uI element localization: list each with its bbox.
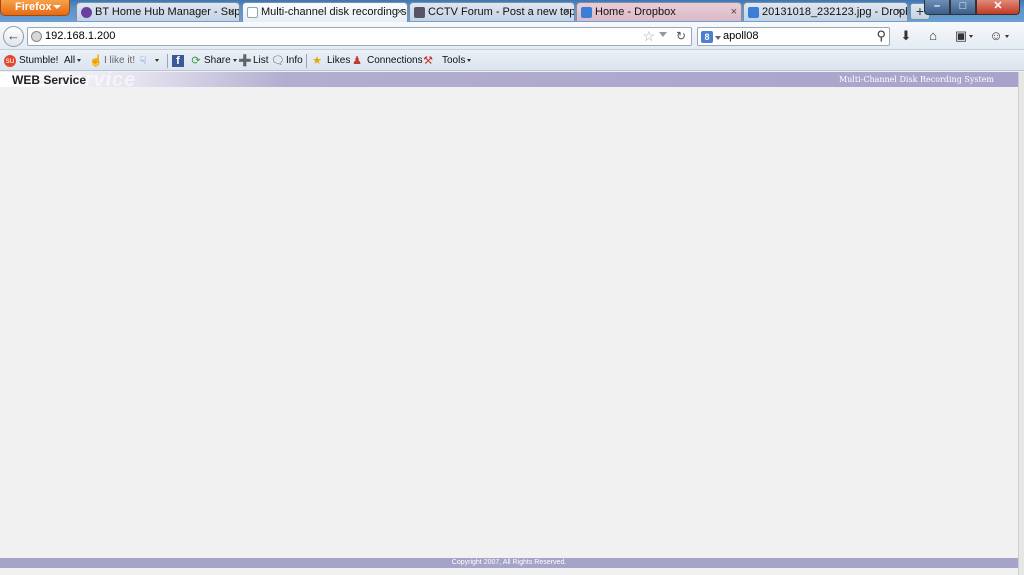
copyright-text: Copyright 2007, All Rights Reserved.: [451, 559, 567, 566]
facebook-icon[interactable]: f: [172, 55, 184, 67]
toolbar-divider: [306, 54, 307, 68]
tools-icon: ⚒: [423, 55, 433, 67]
likes-button[interactable]: Likes: [327, 55, 350, 66]
stumbleupon-toolbar: su Stumble! All ☝ I like it! ☟ f ⟳ Share…: [0, 51, 1024, 71]
web-page: WEB Service WEB Service Multi-Channel Di…: [0, 69, 1018, 575]
bookmark-star-icon[interactable]: ☆: [642, 28, 655, 45]
close-icon[interactable]: ×: [731, 3, 737, 21]
rating-dropdown[interactable]: [153, 55, 159, 66]
tools-button[interactable]: Tools: [442, 55, 472, 66]
firefox-menu-label: Firefox: [15, 1, 52, 13]
share-icon: ⟳: [191, 55, 201, 67]
home-icon[interactable]: ⌂: [924, 27, 942, 45]
chevron-down-icon: [53, 5, 61, 9]
tab-cctv-forum[interactable]: CCTV Forum - Post a new topic ×: [409, 2, 575, 21]
close-icon[interactable]: ×: [564, 3, 570, 21]
stumbleupon-icon: su: [4, 55, 16, 67]
tab-strip: Firefox BT Home Hub Manager - Supp... × …: [0, 0, 1024, 22]
back-button[interactable]: ←: [3, 26, 24, 47]
close-window-button[interactable]: ✕: [976, 0, 1020, 15]
search-icon[interactable]: ⚲: [876, 28, 886, 44]
chevron-down-icon[interactable]: [715, 36, 721, 40]
history-dropdown-icon[interactable]: [659, 32, 667, 37]
page-footer: Copyright 2007, All Rights Reserved.: [0, 558, 1018, 568]
dropbox-icon: [581, 7, 592, 18]
toolbar-divider: [167, 54, 168, 68]
tab-bt-home-hub[interactable]: BT Home Hub Manager - Supp... ×: [76, 2, 240, 21]
close-icon[interactable]: ×: [229, 3, 235, 21]
address-text: 192.168.1.200: [45, 30, 116, 42]
tab-home-dropbox[interactable]: Home - Dropbox ×: [576, 2, 742, 21]
tab-title: BT Home Hub Manager - Supp...: [95, 6, 240, 18]
all-label: All: [64, 55, 76, 66]
brand-title: WEB Service: [12, 73, 87, 87]
tab-title: CCTV Forum - Post a new topic: [428, 6, 575, 18]
bookmarks-menu-icon[interactable]: ▣: [952, 27, 976, 45]
star-icon: ★: [312, 55, 322, 67]
info-button[interactable]: Info: [286, 55, 303, 66]
list-button[interactable]: List: [253, 55, 269, 66]
page-favicon-icon: [247, 7, 258, 18]
thumbs-up-icon: ☝: [89, 55, 103, 67]
like-button[interactable]: I like it!: [104, 55, 135, 66]
search-bar[interactable]: 8 apoll08 ⚲: [697, 27, 890, 46]
globe-icon: [31, 31, 42, 42]
connections-icon: ♟: [352, 55, 362, 67]
scrollbar[interactable]: [1018, 72, 1024, 575]
persona-icon[interactable]: ☺: [985, 27, 1013, 45]
window-controls: – □ ✕: [924, 0, 1020, 15]
connections-button[interactable]: Connections: [367, 55, 423, 66]
tab-dropbox-image[interactable]: 20131018_232123.jpg - Dropbox ×: [743, 2, 908, 21]
bt-favicon-icon: [81, 7, 92, 18]
page-header: WEB Service WEB Service Multi-Channel Di…: [0, 69, 1018, 91]
add-list-icon: ➕: [238, 55, 252, 67]
dropbox-icon: [748, 7, 759, 18]
close-icon[interactable]: ×: [897, 3, 903, 21]
stumble-button[interactable]: Stumble!: [19, 55, 58, 66]
tools-label: Tools: [442, 55, 466, 66]
info-bubble-icon: 🗨: [271, 55, 285, 67]
maximize-button[interactable]: □: [950, 0, 976, 15]
download-icon[interactable]: ⬇: [897, 27, 915, 45]
all-dropdown[interactable]: All: [64, 55, 82, 66]
share-label: Share: [204, 55, 231, 66]
tab-title: Multi-channel disk recording s...: [261, 6, 408, 18]
system-title: Multi-Channel Disk Recording System: [838, 75, 994, 84]
forum-favicon-icon: [414, 7, 425, 18]
search-engine-icon[interactable]: 8: [701, 31, 713, 43]
search-input[interactable]: apoll08: [723, 30, 758, 42]
navigation-bar: ← 192.168.1.200 ☆ ↻ 8 apoll08 ⚲ ⬇ ⌂ ▣ ☺: [0, 22, 1024, 50]
close-icon[interactable]: ×: [397, 3, 403, 21]
firefox-menu-button[interactable]: Firefox: [0, 0, 70, 16]
thumbs-down-icon[interactable]: ☟: [137, 55, 149, 67]
address-bar[interactable]: 192.168.1.200 ☆ ↻: [27, 27, 692, 46]
share-button[interactable]: Share: [204, 55, 237, 66]
tab-title: Home - Dropbox: [595, 6, 676, 18]
reload-icon[interactable]: ↻: [676, 29, 686, 43]
tab-title: 20131018_232123.jpg - Dropbox: [762, 6, 908, 18]
tab-multi-channel[interactable]: Multi-channel disk recording s... ×: [242, 2, 408, 22]
minimize-button[interactable]: –: [924, 0, 950, 15]
